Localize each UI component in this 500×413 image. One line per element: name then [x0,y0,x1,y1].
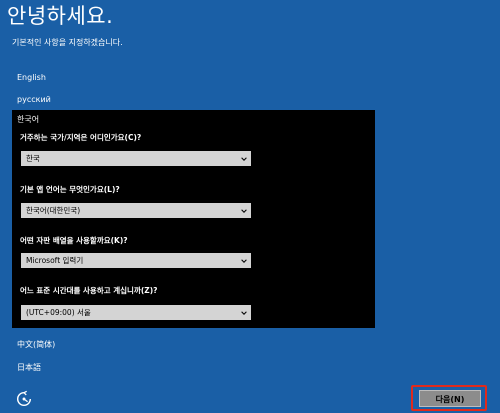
chevron-down-icon [241,209,247,213]
timezone-question-label: 어느 표준 시간대를 사용하고 계십니까(Z)? [20,286,158,295]
timezone-select-value: (UTC+09:00) 서울 [26,308,91,317]
chevron-down-icon [241,311,247,315]
keyboard-question-label: 어떤 자판 배열을 사용할까요(K)? [20,236,128,245]
timezone-select[interactable]: (UTC+09:00) 서울 [21,305,251,320]
page-subtitle: 기본적인 사항을 지정하겠습니다. [12,38,123,47]
language-item-russian[interactable]: русский [17,95,51,104]
language-item-chinese[interactable]: 中文(简体) [17,339,55,350]
next-button[interactable]: 다음(N) [419,390,481,407]
app-language-question-label: 기본 앱 언어는 무엇인가요(L)? [20,185,120,194]
ease-of-access-icon[interactable] [15,390,33,408]
country-question-label: 거주하는 국가/지역은 어디인가요(C)? [20,133,142,142]
keyboard-select-value: Microsoft 입력기 [26,256,84,265]
keyboard-select[interactable]: Microsoft 입력기 [21,253,251,268]
setup-screen: 안녕하세요. 기본적인 사항을 지정하겠습니다. English русский… [0,0,500,413]
chevron-down-icon [241,157,247,161]
country-select-value: 한국 [26,154,40,163]
language-item-english[interactable]: English [17,73,46,82]
page-title: 안녕하세요. [7,4,114,28]
app-language-select[interactable]: 한국어(대한민국) [21,203,251,218]
language-item-korean[interactable]: 한국어 [17,114,39,125]
language-item-japanese[interactable]: 日本語 [17,362,41,373]
language-item-korean-expanded: 한국어 거주하는 국가/지역은 어디인가요(C)? 한국 기본 앱 언어는 무엇… [12,110,375,328]
chevron-down-icon [241,259,247,263]
country-select[interactable]: 한국 [21,151,251,166]
app-language-select-value: 한국어(대한민국) [26,206,81,215]
